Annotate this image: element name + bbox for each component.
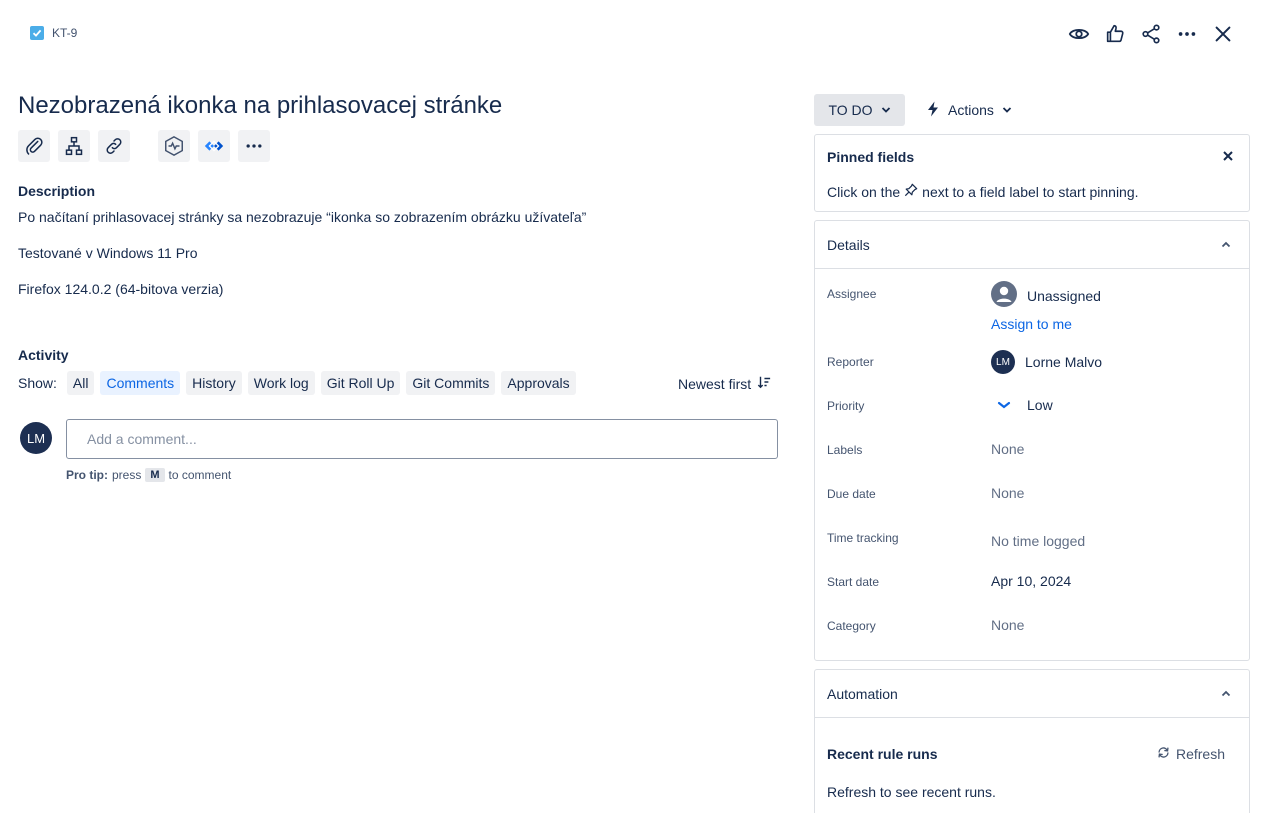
automation-title: Automation bbox=[827, 685, 898, 702]
chevron-up-icon bbox=[1221, 686, 1231, 702]
attachment-icon[interactable] bbox=[18, 130, 50, 162]
details-header[interactable]: Details bbox=[815, 221, 1249, 269]
category-value[interactable]: None bbox=[991, 617, 1024, 633]
description-line-1: Po načítaní prihlasovacej stránky sa nez… bbox=[18, 209, 587, 225]
description-label: Description bbox=[18, 183, 96, 199]
priority-label: Priority bbox=[827, 399, 865, 413]
issue-header: KT-9 bbox=[0, 0, 1265, 70]
automation-panel: Automation Recent rule runs Refresh Refr… bbox=[814, 669, 1250, 813]
assignee-field[interactable]: Unassigned bbox=[991, 281, 1101, 310]
share-icon[interactable] bbox=[1135, 20, 1167, 48]
sort-icon bbox=[757, 375, 771, 392]
filter-comments[interactable]: Comments bbox=[100, 371, 181, 395]
more-icon[interactable] bbox=[1171, 20, 1203, 48]
pro-tip-label: Pro tip: bbox=[66, 468, 108, 482]
filter-approvals[interactable]: Approvals bbox=[501, 371, 576, 395]
pro-tip-press: press bbox=[112, 468, 142, 482]
labels-label: Labels bbox=[827, 443, 863, 457]
details-title: Details bbox=[827, 236, 870, 253]
filter-git-commits[interactable]: Git Commits bbox=[406, 371, 496, 395]
assignee-label: Assignee bbox=[827, 287, 877, 301]
due-date-label: Due date bbox=[827, 487, 876, 501]
priority-low-icon bbox=[991, 400, 1017, 410]
unassigned-avatar-icon bbox=[991, 281, 1017, 310]
time-tracking-value[interactable]: No time logged bbox=[991, 533, 1085, 549]
show-label: Show: bbox=[18, 375, 57, 391]
activity-filters: Show: All Comments History Work log Git … bbox=[18, 371, 576, 395]
shortcut-key: M bbox=[145, 468, 165, 482]
filter-history[interactable]: History bbox=[186, 371, 242, 395]
actions-label: Actions bbox=[948, 102, 994, 118]
automation-info: Refresh to see recent runs. bbox=[827, 784, 996, 800]
assign-to-me-link[interactable]: Assign to me bbox=[991, 316, 1072, 332]
details-panel: Details Assignee Unassigned Assign to me… bbox=[814, 220, 1250, 661]
sort-label: Newest first bbox=[678, 375, 752, 392]
reporter-value: Lorne Malvo bbox=[1025, 354, 1103, 370]
apps-icon[interactable] bbox=[158, 130, 190, 162]
avatar: LM bbox=[991, 350, 1015, 374]
actions-dropdown[interactable]: Actions bbox=[920, 94, 1018, 126]
issue-key-breadcrumb[interactable]: KT-9 bbox=[30, 26, 77, 40]
integration-icon[interactable] bbox=[198, 130, 230, 162]
issue-key[interactable]: KT-9 bbox=[52, 26, 77, 40]
time-tracking-label: Time tracking bbox=[827, 531, 899, 545]
status-label: TO DO bbox=[828, 102, 873, 118]
link-icon[interactable] bbox=[98, 130, 130, 162]
child-issue-icon[interactable] bbox=[58, 130, 90, 162]
close-icon[interactable] bbox=[1207, 20, 1239, 48]
chevron-up-icon bbox=[1221, 237, 1231, 253]
close-icon[interactable] bbox=[1219, 147, 1237, 165]
refresh-icon bbox=[1157, 746, 1170, 762]
filter-git-roll-up[interactable]: Git Roll Up bbox=[320, 371, 401, 395]
task-type-icon bbox=[30, 26, 44, 40]
description-line-2: Testované v Windows 11 Pro bbox=[18, 245, 198, 261]
pinned-fields-hint: Click on the next to a field label to st… bbox=[827, 183, 1139, 200]
labels-value[interactable]: None bbox=[991, 441, 1024, 457]
like-icon[interactable] bbox=[1099, 20, 1131, 48]
chevron-down-icon bbox=[1002, 102, 1012, 118]
pinned-fields-panel: Pinned fields Click on the next to a fie… bbox=[814, 134, 1250, 212]
description-line-3: Firefox 124.0.2 (64-bitova verzia) bbox=[18, 281, 224, 297]
reporter-field[interactable]: LM Lorne Malvo bbox=[991, 350, 1102, 374]
start-date-label: Start date bbox=[827, 575, 880, 589]
issue-actions bbox=[1063, 20, 1239, 48]
pro-tip-rest: to comment bbox=[168, 468, 232, 482]
hint-after: next to a field label to start pinning. bbox=[922, 183, 1139, 200]
more-actions-icon[interactable] bbox=[238, 130, 270, 162]
activity-label: Activity bbox=[18, 347, 69, 363]
recent-rule-runs-title: Recent rule runs bbox=[827, 746, 938, 762]
filter-all[interactable]: All bbox=[66, 371, 95, 395]
issue-toolbar bbox=[18, 130, 270, 162]
refresh-label: Refresh bbox=[1175, 746, 1225, 762]
pinned-fields-title: Pinned fields bbox=[827, 149, 915, 165]
priority-field[interactable]: Low bbox=[991, 397, 1053, 413]
automation-header[interactable]: Automation bbox=[815, 670, 1249, 718]
lightning-icon bbox=[926, 101, 940, 120]
priority-value: Low bbox=[1027, 397, 1053, 413]
pin-icon bbox=[904, 183, 918, 200]
comment-input[interactable] bbox=[66, 419, 778, 459]
due-date-value[interactable]: None bbox=[991, 485, 1024, 501]
category-label: Category bbox=[827, 619, 876, 633]
status-dropdown[interactable]: TO DO bbox=[814, 94, 905, 126]
pro-tip: Pro tip: press M to comment bbox=[66, 468, 231, 482]
avatar: LM bbox=[20, 422, 52, 454]
reporter-label: Reporter bbox=[827, 355, 874, 369]
refresh-button[interactable]: Refresh bbox=[1157, 746, 1225, 762]
assignee-value: Unassigned bbox=[1027, 287, 1101, 304]
watch-icon[interactable] bbox=[1063, 20, 1095, 48]
filter-work-log[interactable]: Work log bbox=[247, 371, 315, 395]
chevron-down-icon bbox=[881, 102, 891, 118]
issue-title[interactable]: Nezobrazená ikonka na prihlasovacej strá… bbox=[18, 92, 502, 120]
sort-order-button[interactable]: Newest first bbox=[678, 375, 771, 392]
hint-before: Click on the bbox=[827, 183, 901, 200]
start-date-value[interactable]: Apr 10, 2024 bbox=[991, 573, 1071, 589]
